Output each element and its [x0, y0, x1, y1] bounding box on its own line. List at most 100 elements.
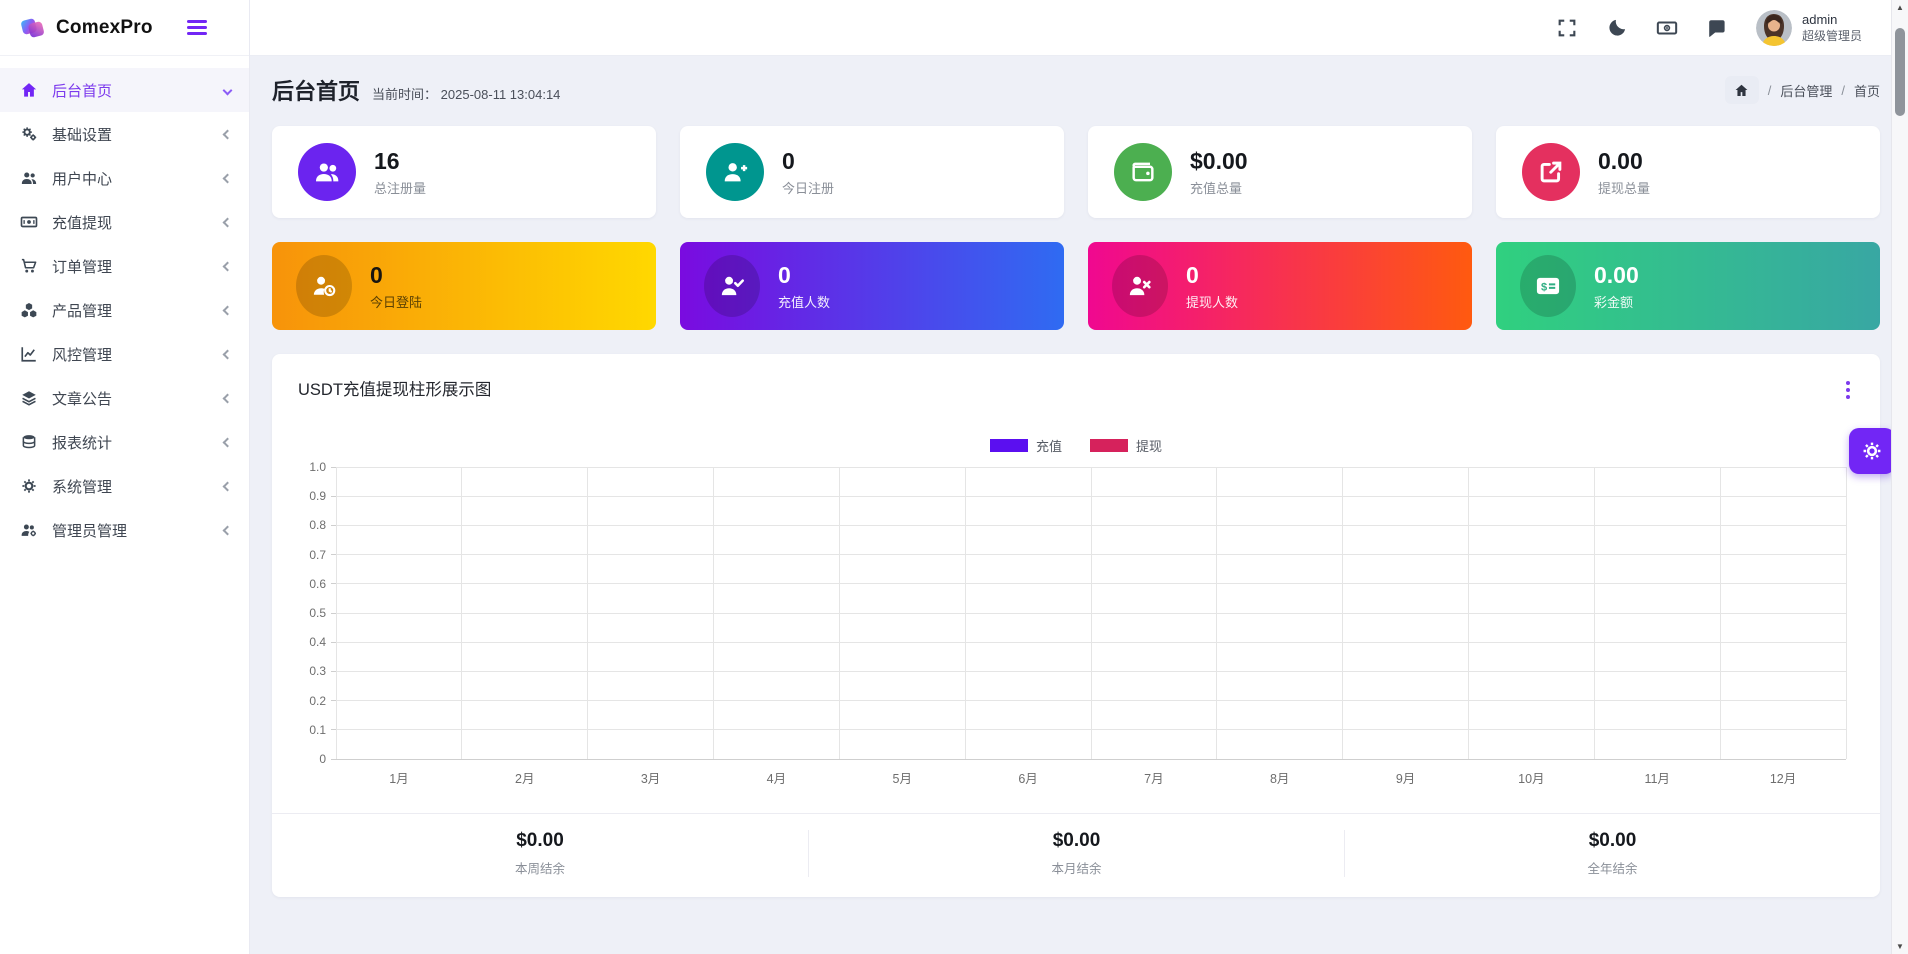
legend-item[interactable]: 提现: [1090, 436, 1162, 455]
user-role: 超级管理员: [1802, 28, 1862, 44]
breadcrumb-home-icon[interactable]: [1725, 76, 1759, 104]
sidebar-item-label: 充值提现: [52, 212, 112, 233]
stat-card-recharge-users: 0 充值人数: [680, 242, 1064, 330]
chevron-left-icon: [223, 217, 233, 227]
users-icon: [298, 143, 356, 201]
summary-month: $0.00 本月结余: [808, 830, 1344, 877]
scrollbar-thumb[interactable]: [1895, 28, 1905, 116]
sidebar-toggle-button[interactable]: [183, 13, 211, 42]
page-title: 后台首页: [272, 74, 360, 106]
summary-label: 全年结余: [1345, 858, 1880, 877]
summary-year: $0.00 全年结余: [1344, 830, 1880, 877]
current-time: 当前时间： 2025-08-11 13:04:14: [372, 84, 560, 103]
chevron-left-icon: [223, 481, 233, 491]
stat-label: 今日登陆: [370, 292, 422, 311]
stat-label: 总注册量: [374, 178, 426, 197]
sidebar-item-label: 后台首页: [52, 80, 112, 101]
external-link-icon: [1522, 143, 1580, 201]
sidebar-item-user-center[interactable]: 用户中心: [0, 156, 249, 200]
chevron-left-icon: [223, 393, 233, 403]
kebab-menu-icon[interactable]: [1840, 376, 1856, 404]
sidebar-item-label: 管理员管理: [52, 520, 127, 541]
main-area: admin 超级管理员 后台首页 当前时间： 2025-08-11 13:04:…: [250, 0, 1908, 954]
stat-value: 0: [778, 262, 830, 289]
chart-plot: [336, 467, 1846, 759]
sidebar-item-dashboard[interactable]: 后台首页: [0, 68, 249, 112]
summary-label: 本月结余: [809, 858, 1344, 877]
scroll-up-arrow[interactable]: ▲: [1892, 3, 1908, 12]
sidebar-item-recharge-withdraw[interactable]: 充值提现: [0, 200, 249, 244]
user-x-icon: [1112, 255, 1168, 317]
current-time-label: 当前时间：: [372, 87, 437, 102]
chevron-left-icon: [223, 349, 233, 359]
sidebar-item-admins[interactable]: 管理员管理: [0, 508, 249, 552]
stat-card-total-withdraw: 0.00 提现总量: [1496, 126, 1880, 218]
chart-card: USDT充值提现柱形展示图 充值提现 1.00.90.80.70.60.50.4…: [272, 354, 1880, 897]
brand-logo-icon: [18, 13, 48, 43]
chart-legend: 充值 提现: [272, 436, 1880, 455]
legend-item[interactable]: 充值: [990, 436, 1062, 455]
stat-card-total-recharge: $0.00 充值总量: [1088, 126, 1472, 218]
fullscreen-icon[interactable]: [1556, 17, 1578, 39]
wallet-icon: [1114, 143, 1172, 201]
breadcrumb-separator: /: [1768, 83, 1772, 98]
stat-card-withdraw-users: 0 提现人数: [1088, 242, 1472, 330]
stat-label: 充值人数: [778, 292, 830, 311]
user-plus-icon: [706, 143, 764, 201]
stat-label: 今日注册: [782, 178, 834, 197]
chevron-left-icon: [223, 437, 233, 447]
finance-money-icon[interactable]: [1656, 17, 1678, 39]
sidebar-item-articles[interactable]: 文章公告: [0, 376, 249, 420]
summary-value: $0.00: [272, 830, 808, 852]
sidebar-item-basic-settings[interactable]: 基础设置: [0, 112, 249, 156]
sidebar-item-risk-control[interactable]: 风控管理: [0, 332, 249, 376]
breadcrumb-item-home[interactable]: 首页: [1854, 81, 1880, 100]
summary-row: $0.00 本周结余 $0.00 本月结余 $0.00 全年结余: [272, 813, 1880, 897]
chevron-left-icon: [223, 173, 233, 183]
stat-value: 0: [370, 262, 422, 289]
current-time-value: 2025-08-11 13:04:14: [441, 87, 561, 102]
user-profile[interactable]: admin 超级管理员: [1756, 10, 1862, 46]
stat-value: 0.00: [1598, 148, 1650, 175]
sidebar-item-label: 报表统计: [52, 432, 112, 453]
summary-value: $0.00: [809, 830, 1344, 852]
sidebar-item-system[interactable]: 系统管理: [0, 464, 249, 508]
app-root: ComexPro 后台首页 基础设置 用户中心 充值 提现: [0, 0, 1908, 954]
legend-swatch: [990, 439, 1028, 452]
scroll-down-arrow[interactable]: ▼: [1892, 942, 1908, 951]
svg-text:$: $: [1541, 281, 1547, 293]
stat-label: 提现总量: [1598, 178, 1650, 197]
sidebar-item-orders[interactable]: 订单管理: [0, 244, 249, 288]
chart-line-icon: [20, 345, 38, 363]
stat-label: 充值总量: [1190, 178, 1248, 197]
stats-row-2: 0 今日登陆 0 充值人数 0 提现人数: [272, 242, 1880, 330]
sidebar: ComexPro 后台首页 基础设置 用户中心 充值提现: [0, 0, 250, 954]
theme-settings-gear-icon[interactable]: [1849, 428, 1895, 474]
sidebar-item-label: 用户中心: [52, 168, 112, 189]
sidebar-header: ComexPro: [0, 0, 249, 56]
stat-value: 0: [1186, 262, 1238, 289]
stat-value: 16: [374, 148, 426, 175]
page-content: 后台首页 当前时间： 2025-08-11 13:04:14 / 后台管理 / …: [250, 56, 1908, 954]
money-check-icon: $: [1520, 255, 1576, 317]
breadcrumb-item-admin[interactable]: 后台管理: [1780, 81, 1832, 100]
sidebar-item-reports[interactable]: 报表统计: [0, 420, 249, 464]
brand-name[interactable]: ComexPro: [56, 17, 183, 39]
chart-area: 1.00.90.80.70.60.50.40.30.20.10 1月2月3月4月…: [288, 467, 1846, 813]
stat-card-today-registered: 0 今日注册: [680, 126, 1064, 218]
avatar: [1756, 10, 1792, 46]
scrollbar: ▲ ▼: [1891, 0, 1908, 954]
chevron-left-icon: [223, 305, 233, 315]
sidebar-item-label: 基础设置: [52, 124, 112, 145]
stat-value: 0: [782, 148, 834, 175]
stat-label: 彩金额: [1594, 292, 1639, 311]
messages-icon[interactable]: [1706, 17, 1728, 39]
sidebar-item-products[interactable]: 产品管理: [0, 288, 249, 332]
stat-card-today-login: 0 今日登陆: [272, 242, 656, 330]
summary-label: 本周结余: [272, 858, 808, 877]
sidebar-item-label: 风控管理: [52, 344, 112, 365]
stat-card-bonus-amount: $ 0.00 彩金额: [1496, 242, 1880, 330]
dark-mode-moon-icon[interactable]: [1606, 17, 1628, 39]
stat-card-total-registered: 16 总注册量: [272, 126, 656, 218]
chevron-down-icon: [223, 85, 233, 95]
